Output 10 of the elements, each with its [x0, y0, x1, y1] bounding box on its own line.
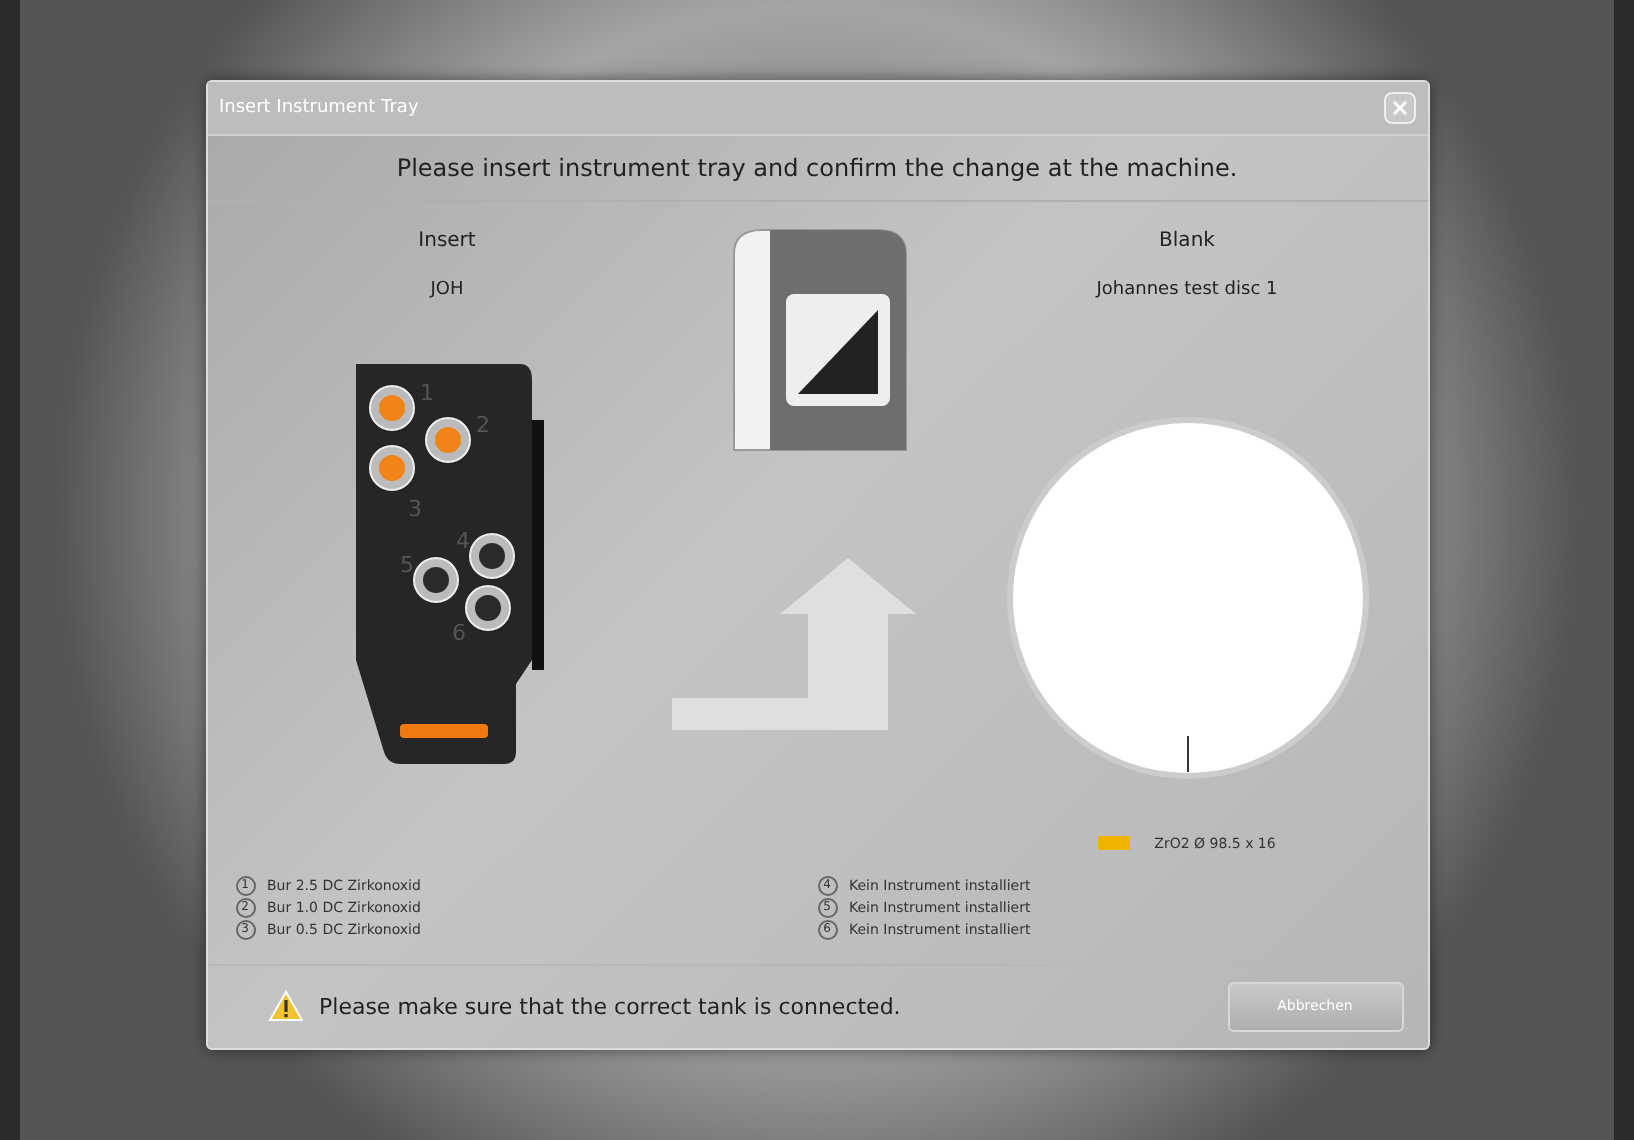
insert-heading: Insert [418, 229, 476, 252]
insert-value: JOH [430, 279, 464, 300]
instruction-text: Please insert instrument tray and confirm the change at the machine. [207, 136, 1427, 202]
close-icon [1391, 100, 1407, 117]
blank-value: Johannes test disc 1 [1096, 279, 1278, 300]
warning-text: Please make sure that the correct tank is connected. [319, 993, 901, 1020]
warning-icon [267, 990, 303, 1023]
window-title: Insert Instrument Tray [219, 98, 419, 119]
blank-heading: Blank [1159, 229, 1215, 252]
close-button[interactable] [1383, 92, 1415, 125]
